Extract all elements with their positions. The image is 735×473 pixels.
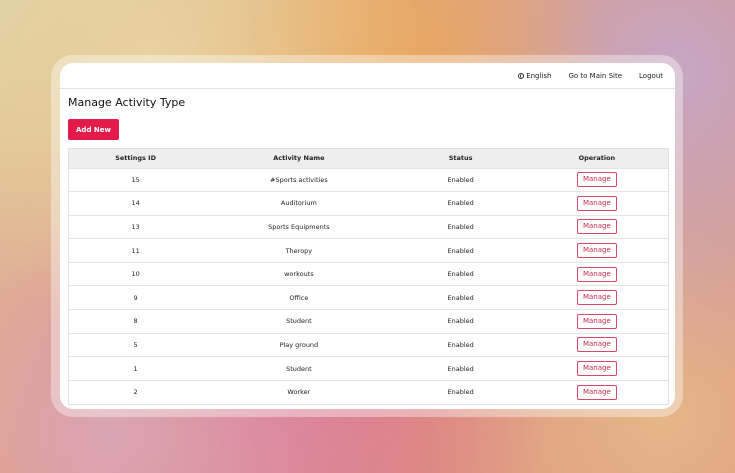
table-row: 14 Auditorium Enabled Manage — [69, 191, 668, 216]
cell-operation: Manage — [526, 333, 668, 357]
cell-activity-name: Student — [286, 364, 312, 373]
cell-status: Enabled — [447, 199, 474, 208]
cell-status: Enabled — [447, 222, 474, 231]
language-selector[interactable]: English — [518, 72, 551, 80]
cell-operation: Manage — [526, 239, 668, 263]
globe-icon — [518, 72, 525, 79]
cell-settings-id: 14 — [131, 199, 140, 208]
manage-button[interactable]: Manage — [576, 290, 617, 306]
manage-button[interactable]: Manage — [576, 384, 617, 400]
logout-link[interactable]: Logout — [639, 72, 663, 80]
manage-button[interactable]: Manage — [576, 266, 617, 282]
cell-operation: Manage — [526, 168, 668, 192]
table-row: 10 workouts Enabled Manage — [69, 262, 668, 286]
cell-operation: Manage — [526, 286, 668, 310]
cell-settings-id: 5 — [133, 340, 138, 349]
cell-activity-name: Play ground — [279, 340, 319, 349]
cell-activity-name: Student — [286, 317, 312, 326]
cell-settings-id: 8 — [133, 317, 138, 326]
table-row: 13 Sports Equipments Enabled Manage — [69, 215, 668, 239]
table-row: 5 Play ground Enabled Manage — [69, 333, 668, 357]
cell-status: Enabled — [447, 364, 474, 373]
table-row: 9 Office Enabled Manage — [69, 285, 668, 310]
cell-activity-name: workouts — [284, 270, 314, 279]
table-row: 2 Worker Enabled Manage — [69, 380, 668, 404]
table-header-row: Settings ID Activity Name Status Operati… — [69, 149, 668, 168]
top-navigation: English Go to Main Site Logout — [60, 63, 675, 89]
table-row: 8 Student Enabled Manage — [69, 309, 668, 334]
cell-activity-name: Worker — [287, 388, 311, 397]
manage-button[interactable]: Manage — [576, 337, 617, 353]
language-label: English — [526, 71, 552, 80]
cell-operation: Manage — [526, 380, 668, 404]
add-new-button[interactable]: Add New — [68, 119, 119, 140]
cell-settings-id: 13 — [131, 222, 140, 231]
table-row: 15 #Sports activities Enabled Manage — [69, 168, 668, 192]
header-status: Status — [448, 154, 473, 163]
cell-status: Enabled — [447, 246, 474, 255]
cell-settings-id: 9 — [133, 293, 138, 302]
cell-operation: Manage — [526, 262, 668, 286]
activity-type-table: Settings ID Activity Name Status Operati… — [68, 148, 669, 405]
cell-operation: Manage — [526, 310, 668, 334]
cell-status: Enabled — [447, 270, 474, 279]
manage-button[interactable]: Manage — [576, 219, 617, 235]
cell-activity-name: Office — [289, 293, 309, 302]
manage-button[interactable]: Manage — [576, 172, 617, 188]
manage-button[interactable]: Manage — [576, 361, 617, 377]
main-site-link[interactable]: Go to Main Site — [568, 72, 622, 80]
header-activity-name: Activity Name — [273, 154, 325, 163]
cell-settings-id: 1 — [133, 364, 138, 373]
header-settings-id: Settings ID — [115, 154, 156, 163]
cell-operation: Manage — [526, 357, 668, 381]
cell-status: Enabled — [447, 293, 474, 302]
cell-status: Enabled — [447, 175, 474, 184]
header-operation: Operation — [578, 154, 616, 163]
page-title: Manage Activity Type — [68, 96, 186, 109]
manage-button[interactable]: Manage — [576, 243, 617, 259]
cell-activity-name: #Sports activities — [270, 175, 328, 184]
cell-settings-id: 15 — [131, 175, 140, 184]
cell-status: Enabled — [447, 340, 474, 349]
cell-activity-name: Auditorium — [280, 199, 317, 208]
cell-settings-id: 10 — [131, 270, 140, 279]
cell-operation: Manage — [526, 215, 668, 239]
app-window: English Go to Main Site Logout Manage Ac… — [60, 63, 675, 409]
cell-settings-id: 2 — [133, 388, 138, 397]
table-row: 1 Student Enabled Manage — [69, 356, 668, 381]
table-row: 11 Theropy Enabled Manage — [69, 238, 668, 263]
cell-activity-name: Sports Equipments — [268, 222, 330, 231]
cell-activity-name: Theropy — [285, 246, 313, 255]
cell-status: Enabled — [447, 317, 474, 326]
cell-status: Enabled — [447, 388, 474, 397]
manage-button[interactable]: Manage — [576, 195, 617, 211]
cell-settings-id: 11 — [131, 246, 140, 255]
cell-operation: Manage — [526, 192, 668, 216]
manage-button[interactable]: Manage — [576, 313, 617, 329]
